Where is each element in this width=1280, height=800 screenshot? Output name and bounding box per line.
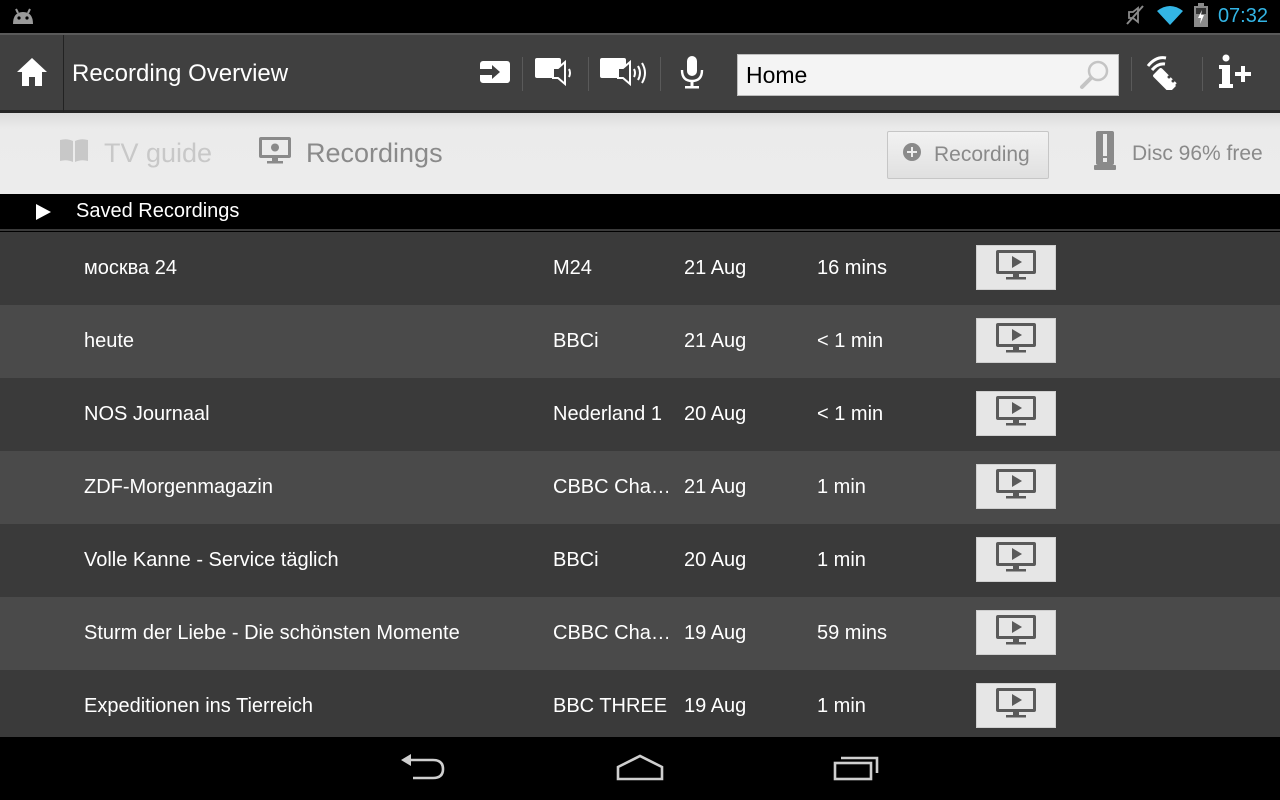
section-label: Saved Recordings [76, 200, 240, 222]
recording-channel: BBC THREE [553, 695, 668, 717]
list-item[interactable]: NOS Journaal Nederland 1 20 Aug < 1 min [0, 378, 1280, 451]
play-tv-icon [994, 613, 1038, 653]
recording-duration: < 1 min [817, 403, 884, 425]
home-icon [15, 56, 49, 92]
play-button[interactable] [976, 245, 1056, 290]
saved-recordings-header[interactable]: Saved Recordings [0, 194, 1280, 231]
recording-title: NOS Journaal [84, 403, 210, 425]
recording-date: 19 Aug [684, 622, 747, 644]
search-input[interactable] [746, 55, 1066, 95]
recent-apps-icon [833, 753, 881, 785]
recording-channel: CBBC Cha… [553, 476, 668, 498]
tv-icon [258, 135, 292, 172]
tab-tv-guide[interactable]: TV guide [58, 113, 212, 194]
recording-channel: M24 [553, 257, 592, 279]
add-circle-icon [902, 142, 922, 168]
play-tv-icon [994, 248, 1038, 288]
recording-duration: 1 min [817, 549, 866, 571]
remote-control-button[interactable] [1134, 35, 1198, 112]
info-button[interactable] [1205, 35, 1269, 112]
play-tv-icon [994, 686, 1038, 726]
play-tv-icon [994, 540, 1038, 580]
status-bar: 07:32 [0, 0, 1280, 33]
microphone-button[interactable] [660, 35, 724, 112]
recording-title: Volle Kanne - Service täglich [84, 549, 339, 571]
recording-date: 21 Aug [684, 257, 747, 279]
list-item[interactable]: москва 24 M24 21 Aug 16 mins [0, 232, 1280, 305]
navigation-bar [0, 737, 1280, 800]
home-outline-icon [615, 753, 665, 785]
wifi-icon [1156, 4, 1184, 30]
play-tv-icon [994, 467, 1038, 507]
home-nav-button[interactable] [585, 737, 695, 800]
list-item[interactable]: Sturm der Liebe - Die schönsten Momente … [0, 597, 1280, 670]
recording-date: 21 Aug [684, 476, 747, 498]
recording-date: 20 Aug [684, 549, 747, 571]
recording-date: 19 Aug [684, 695, 747, 717]
page-title: Recording Overview [72, 60, 289, 87]
recording-channel: CBBC Cha… [553, 622, 668, 644]
new-recording-button[interactable]: Recording [887, 131, 1049, 179]
list-item[interactable]: Volle Kanne - Service täglich BBCi 20 Au… [0, 524, 1280, 597]
recording-channel: Nederland 1 [553, 403, 662, 425]
battery-charging-icon [1193, 2, 1208, 31]
recording-title: москва 24 [84, 257, 177, 279]
recording-duration: 16 mins [817, 257, 888, 279]
microphone-icon [679, 55, 705, 93]
input-switch-button[interactable] [462, 35, 526, 112]
recording-duration: 1 min [817, 476, 866, 498]
recording-duration: 1 min [817, 695, 866, 717]
search-box[interactable] [737, 54, 1119, 96]
search-icon[interactable] [1078, 59, 1112, 95]
recordings-list: москва 24 M24 21 Aug 16 mins heute BBCi … [0, 232, 1280, 737]
tab-tv-guide-label: TV guide [104, 138, 213, 168]
expand-arrow-icon [36, 204, 51, 220]
list-item[interactable]: heute BBCi 21 Aug < 1 min [0, 305, 1280, 378]
recording-title: heute [84, 330, 135, 352]
home-button[interactable] [0, 35, 64, 112]
recording-date: 20 Aug [684, 403, 747, 425]
action-bar: Recording Overview [0, 33, 1280, 113]
hard-disk-icon [1094, 130, 1116, 177]
book-icon [58, 137, 90, 170]
back-button[interactable] [368, 737, 478, 800]
info-plus-icon [1217, 54, 1257, 94]
recording-duration: < 1 min [817, 330, 884, 352]
input-switch-icon [476, 59, 512, 89]
new-recording-label: Recording [934, 143, 1030, 166]
play-button[interactable] [976, 318, 1056, 363]
recording-channel: BBCi [553, 330, 599, 352]
android-icon [10, 7, 36, 29]
recording-duration: 59 mins [817, 622, 888, 644]
list-item[interactable]: Expeditionen ins Tierreich BBC THREE 19 … [0, 670, 1280, 737]
recording-title: Sturm der Liebe - Die schönsten Momente [84, 622, 460, 644]
volume-up-button[interactable] [592, 35, 656, 112]
recording-date: 21 Aug [684, 330, 747, 352]
play-button[interactable] [976, 537, 1056, 582]
recent-apps-button[interactable] [802, 737, 912, 800]
volume-down-button[interactable] [523, 35, 587, 112]
play-button[interactable] [976, 464, 1056, 509]
tab-recordings[interactable]: Recordings [258, 113, 443, 194]
play-tv-icon [994, 394, 1038, 434]
recording-channel: BBCi [553, 549, 599, 571]
volume-down-icon [533, 56, 577, 92]
volume-up-icon [598, 56, 650, 92]
recording-title: ZDF-Morgenmagazin [84, 476, 273, 498]
play-button[interactable] [976, 610, 1056, 655]
list-item[interactable]: ZDF-Morgenmagazin CBBC Cha… 21 Aug 1 min [0, 451, 1280, 524]
mute-icon [1124, 4, 1146, 30]
back-arrow-icon [399, 752, 447, 786]
play-tv-icon [994, 321, 1038, 361]
recording-title: Expeditionen ins Tierreich [84, 695, 314, 717]
play-button[interactable] [976, 391, 1056, 436]
tab-recordings-label: Recordings [306, 138, 443, 168]
play-button[interactable] [976, 683, 1056, 728]
remote-control-icon [1144, 54, 1188, 94]
clock: 07:32 [1217, 5, 1268, 27]
disc-free-label: Disc 96% free [1132, 141, 1263, 165]
disc-status: Disc 96% free [1094, 113, 1263, 194]
